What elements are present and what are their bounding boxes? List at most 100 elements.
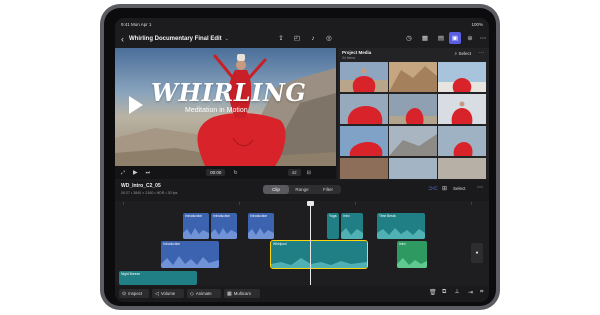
volume-label: Volume: [160, 291, 176, 296]
browser-icon[interactable]: ▦: [419, 32, 431, 44]
status-battery: 100%: [471, 22, 483, 27]
media-thumbnail[interactable]: [438, 158, 486, 179]
voiceover-icon[interactable]: ◎: [323, 32, 335, 44]
photos-icon[interactable]: ▤: [435, 32, 447, 44]
viewer-title-overlay: WHIRLING: [151, 78, 307, 107]
skip-icon[interactable]: ⏭: [146, 170, 151, 176]
clip-label: Intro: [343, 214, 350, 218]
animate-icon: ◇: [190, 290, 194, 297]
settings-icon[interactable]: ⊟: [307, 170, 311, 176]
media-thumbnail[interactable]: [389, 62, 437, 92]
inspect-icon: ⊙: [122, 290, 127, 297]
timeline-clip[interactable]: Introduction: [161, 241, 219, 268]
timeline-ruler: | | | |: [123, 201, 472, 205]
timeline-clip[interactable]: Time Break: [377, 213, 425, 239]
chevron-down-icon[interactable]: ⌄: [225, 36, 229, 42]
clip-label: Night Breeze: [121, 272, 141, 276]
split-icon[interactable]: ⟂: [455, 289, 459, 296]
selected-clip-name: WD_Intro_C2_05: [121, 183, 161, 189]
trash-icon[interactable]: 🗑: [429, 289, 437, 296]
clip-label: Introduction: [213, 214, 231, 218]
volume-icon: ◁: [155, 290, 159, 297]
media-thumbnail[interactable]: [389, 126, 437, 156]
clip-label: Introduction: [250, 214, 268, 218]
media-thumbnail[interactable]: [438, 62, 486, 92]
tab-filter[interactable]: Filter: [315, 185, 341, 194]
timeline-clip[interactable]: Intro: [397, 241, 427, 268]
multicam-button[interactable]: ▦ Multicam: [224, 289, 260, 298]
microphone-icon[interactable]: ♪: [307, 32, 319, 44]
viewer-subtitle-overlay: Meditation in Motion: [185, 107, 248, 114]
timeline[interactable]: | | | | Introduction Introduction Introd…: [115, 201, 489, 285]
clip-label: Yoga: [329, 214, 337, 218]
play-button-icon[interactable]: ▶: [133, 169, 138, 176]
zoom-level[interactable]: 42: [287, 169, 301, 176]
clip-label: Time Break: [379, 214, 396, 218]
clip-label: Introduction: [163, 242, 181, 246]
video-viewer[interactable]: WHIRLING Meditation in Motion: [115, 48, 336, 166]
bottom-toolbar: ⊙ Inspect ◁ Volume ◇ Animate ▦ Multicam …: [115, 286, 489, 302]
inspect-button[interactable]: ⊙ Inspect: [119, 289, 149, 298]
media-thumbnail[interactable]: [389, 158, 437, 179]
media-thumbnail[interactable]: [340, 94, 388, 124]
media-thumbnail[interactable]: [438, 94, 486, 124]
tab-clip[interactable]: Clip: [263, 185, 289, 194]
inspect-label: Inspect: [128, 291, 143, 296]
crop-icon[interactable]: ⌗: [480, 289, 483, 296]
duplicate-icon[interactable]: ⧉: [442, 289, 446, 296]
microphone-icon[interactable]: ●: [471, 243, 483, 263]
export-icon[interactable]: ⇪: [275, 32, 287, 44]
play-icon[interactable]: [129, 96, 143, 114]
tab-range[interactable]: Range: [289, 185, 315, 194]
chevron-left-icon[interactable]: ‹: [121, 34, 124, 44]
media-subheader: 34 items: [342, 56, 356, 60]
clip-label: Intro: [399, 242, 406, 246]
media-thumbnail[interactable]: [389, 94, 437, 124]
multicam-label: Multicam: [233, 291, 251, 296]
media-thumbnail[interactable]: [340, 126, 388, 156]
viewer-controls: ⤢ ▶ ⏭ 00:00 ↻ 42 ⊟: [115, 166, 336, 179]
animate-label: Animate: [195, 291, 212, 296]
inspector-icon[interactable]: ▣: [449, 32, 461, 44]
timeline-clip[interactable]: Introduction: [248, 213, 274, 239]
media-thumbnail[interactable]: [340, 158, 388, 179]
timeline-clip-selected[interactable]: Whirlpool: [270, 240, 368, 269]
media-header: Project Media: [342, 50, 372, 55]
status-bar: 9:41 Mon Apr 1 100%: [121, 20, 483, 29]
timecode-display[interactable]: 00:00: [206, 169, 226, 176]
clip-label: Introduction: [185, 214, 203, 218]
more-icon[interactable]: ⋯: [479, 50, 484, 56]
link-icon[interactable]: ⊃⊂: [428, 185, 438, 192]
project-title[interactable]: Whirling Documentary Final Edit: [129, 36, 222, 42]
volume-button[interactable]: ◁ Volume: [152, 289, 184, 298]
status-time: 9:41 Mon Apr 1: [121, 22, 152, 27]
more-icon[interactable]: ⋯: [477, 32, 489, 44]
media-thumbnail[interactable]: [340, 62, 388, 92]
selected-clip-meta: 00:27 • 3840 × 2160 • HDR • 30 fps: [121, 191, 178, 195]
timeline-clip[interactable]: Introduction: [183, 213, 209, 239]
snap-icon[interactable]: ⊞: [442, 185, 447, 192]
timeline-clip[interactable]: Intro: [341, 213, 363, 239]
redo-icon[interactable]: ↻: [233, 170, 237, 176]
media-select-button[interactable]: Select: [458, 51, 471, 56]
detach-icon[interactable]: ⇥: [468, 289, 473, 296]
playhead[interactable]: [310, 201, 311, 285]
timeline-header: WD_Intro_C2_05 00:27 • 3840 × 2160 • HDR…: [115, 181, 489, 201]
device-bezel: 9:41 Mon Apr 1 100% ‹ Whirling Documenta…: [104, 8, 496, 306]
media-thumbnail[interactable]: [438, 126, 486, 156]
timeline-mode-control: Clip Range Filter: [263, 185, 341, 194]
timeline-clip[interactable]: Yoga: [327, 213, 339, 239]
app-screen: 9:41 Mon Apr 1 100% ‹ Whirling Documenta…: [115, 18, 489, 302]
more-icon[interactable]: ⋯: [477, 184, 483, 191]
fullscreen-icon[interactable]: ⤢: [121, 170, 125, 176]
timeline-clip[interactable]: Night Breeze: [119, 271, 197, 285]
timeline-clip[interactable]: Introduction: [211, 213, 237, 239]
camera-icon[interactable]: ◰: [291, 32, 303, 44]
search-icon[interactable]: ⌕: [454, 51, 457, 56]
adjust-icon[interactable]: ⊜: [464, 32, 476, 44]
animate-button[interactable]: ◇ Animate: [187, 289, 221, 298]
clock-icon[interactable]: ◷: [403, 32, 415, 44]
clip-label: Whirlpool: [273, 242, 287, 246]
timeline-select-button[interactable]: Select: [453, 186, 466, 191]
playhead-handle[interactable]: [307, 201, 314, 206]
